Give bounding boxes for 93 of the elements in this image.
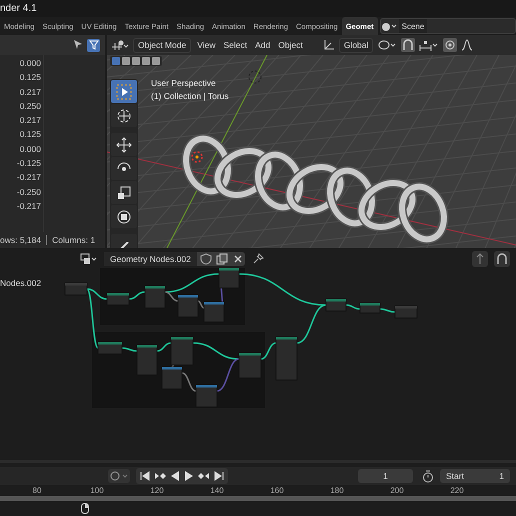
table-cell-text: -0.250 — [16, 186, 42, 199]
node-link — [260, 342, 276, 360]
node[interactable] — [144, 286, 166, 308]
transform-icon — [116, 208, 132, 224]
table-cell-text: -0.125 — [16, 157, 42, 170]
jump-start-icon[interactable] — [139, 470, 151, 482]
frame-number: 120 — [149, 486, 165, 495]
table-cell-text: 0.250 — [18, 100, 42, 113]
node[interactable] — [326, 298, 346, 312]
editor-type-icon[interactable] — [80, 253, 98, 265]
move-icon — [116, 136, 132, 152]
node-link — [128, 291, 146, 300]
next-keyframe-icon[interactable] — [197, 470, 211, 482]
cursor-icon[interactable] — [72, 39, 84, 51]
column-count: Columns: 1 — [52, 235, 96, 245]
node-link — [380, 308, 396, 313]
node-link — [156, 342, 172, 352]
proportional-icon[interactable] — [443, 38, 458, 52]
filter-icon[interactable] — [87, 38, 100, 52]
mouse-icon — [81, 503, 89, 514]
menu-item[interactable]: Object — [276, 40, 305, 50]
table-cell-text: 0.000 — [18, 57, 42, 70]
orientation-dropdown[interactable]: Global — [338, 38, 374, 52]
node[interactable] — [218, 268, 240, 288]
table-cell-text: 0.217 — [18, 114, 42, 128]
menu-item[interactable]: View — [195, 40, 218, 50]
node-tree-field[interactable]: Geometry Nodes.002 — [104, 252, 197, 266]
viewport-info: User Perspective — [151, 77, 217, 90]
table-cell-text: 0.217 — [18, 86, 42, 99]
node[interactable] — [196, 384, 218, 408]
start-frame-field[interactable]: Start 1 — [440, 469, 510, 483]
breadcrumb: Nodes.002 — [0, 278, 42, 288]
falloff-icon[interactable] — [461, 39, 474, 51]
menu-item[interactable]: Add — [253, 40, 272, 50]
table-cell-text: 0.000 — [18, 142, 42, 156]
frame-number: 220 — [449, 486, 465, 495]
menu-item[interactable]: Select — [221, 40, 250, 50]
select-box-icon — [116, 84, 132, 100]
copy-icon[interactable] — [214, 252, 229, 266]
transform-tool-button[interactable] — [111, 205, 137, 228]
gizmo-icon — [248, 70, 262, 84]
play-icon[interactable] — [183, 470, 195, 482]
table-cell-text: 0.125 — [18, 128, 42, 142]
stopwatch-icon[interactable] — [422, 470, 434, 482]
rotate-tool-button[interactable] — [111, 157, 137, 180]
cursor-tool-button[interactable] — [111, 104, 137, 127]
node[interactable] — [136, 344, 158, 376]
shield-icon[interactable] — [198, 252, 213, 266]
node[interactable] — [238, 352, 262, 378]
frame-number: 100 — [89, 486, 105, 495]
node[interactable] — [276, 336, 298, 380]
editor-type-icon[interactable] — [111, 39, 129, 51]
prev-keyframe-icon[interactable] — [153, 470, 167, 482]
jump-end-icon[interactable] — [213, 470, 225, 482]
frame-number: 80 — [32, 486, 42, 495]
viewport-info: (1) Collection | Torus — [151, 90, 229, 103]
crosshair-icon — [116, 108, 132, 124]
move-tool-button[interactable] — [111, 133, 137, 156]
table-cell-text: -0.217 — [16, 171, 42, 184]
node[interactable] — [106, 292, 130, 306]
snap-target-icon[interactable] — [419, 39, 440, 51]
frame-number: 200 — [389, 486, 405, 495]
frame-number: 180 — [329, 486, 345, 495]
axis-icon — [322, 39, 335, 51]
snap-icon[interactable] — [494, 251, 510, 267]
play-reverse-icon[interactable] — [169, 470, 181, 482]
keying-button[interactable] — [108, 469, 130, 483]
node[interactable] — [162, 366, 182, 390]
scale-tool-button[interactable] — [111, 181, 137, 204]
node[interactable] — [98, 342, 122, 354]
node-link — [122, 347, 138, 352]
node[interactable] — [394, 306, 418, 318]
node[interactable] — [64, 282, 88, 296]
window-title: nder 4.1 — [0, 3, 37, 14]
node-link — [346, 304, 360, 310]
snap-icon[interactable] — [401, 38, 416, 52]
origin-icon — [191, 151, 203, 163]
scale-icon — [116, 184, 132, 200]
table-cell-text: -0.217 — [16, 200, 42, 213]
table-cell-text: 0.125 — [18, 71, 42, 84]
node-link — [182, 372, 196, 392]
node[interactable] — [204, 302, 224, 322]
frame-number: 160 — [269, 486, 285, 495]
node-link — [198, 300, 204, 309]
node[interactable] — [178, 294, 198, 318]
select-tool-button[interactable] — [111, 80, 137, 103]
frame-number: 140 — [209, 486, 225, 495]
pivot-icon[interactable] — [377, 39, 398, 51]
row-count: ows: 5,184 — [0, 235, 42, 245]
node[interactable] — [360, 302, 380, 314]
mode-dropdown[interactable]: Object Mode — [133, 38, 192, 52]
node[interactable] — [170, 336, 194, 366]
current-frame-field[interactable]: 1 — [358, 469, 413, 483]
